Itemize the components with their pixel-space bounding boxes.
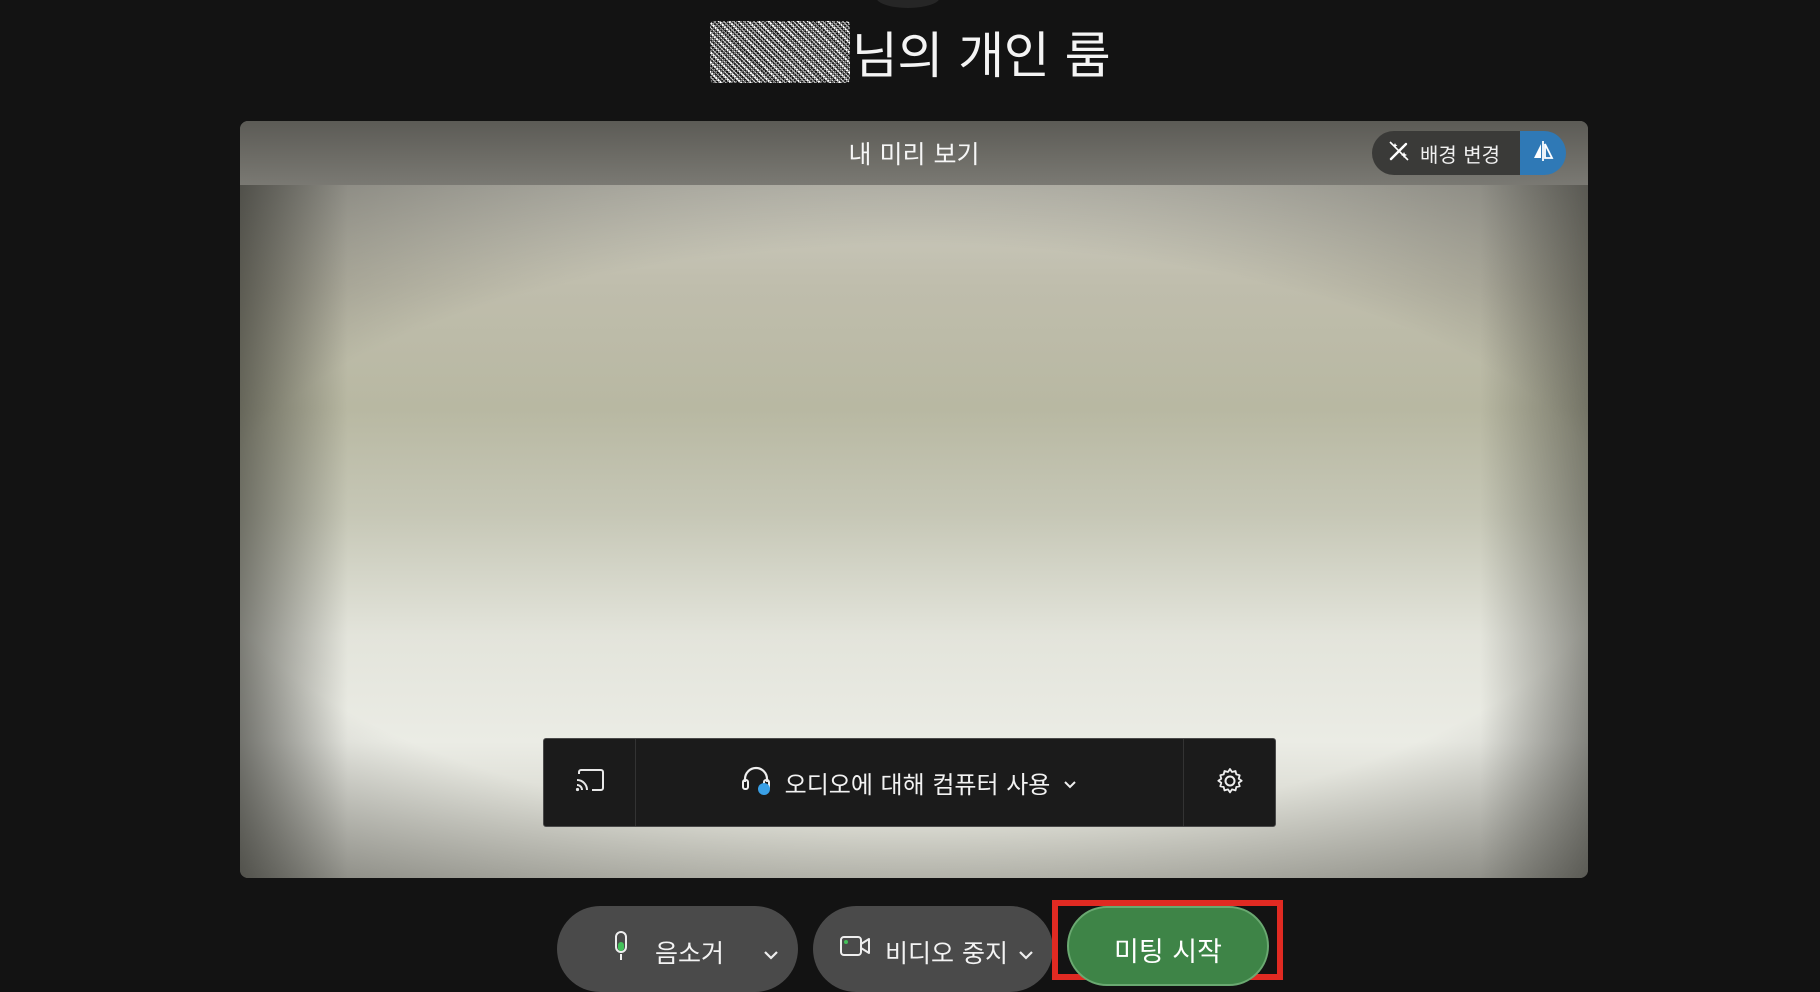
start-meeting-button[interactable]: 미팅 시작 — [1067, 906, 1269, 986]
change-background-label: 배경 변경 — [1420, 142, 1500, 167]
cast-button[interactable] — [544, 739, 636, 826]
audio-option-label: 오디오에 대해 컴퓨터 사용 — [784, 771, 1051, 799]
start-meeting-label: 미팅 시작 — [1114, 937, 1222, 968]
preview-header: 내 미리 보기 배경 변경 — [240, 121, 1588, 185]
video-camera-icon — [839, 934, 871, 964]
magic-wand-icon — [1388, 140, 1410, 167]
stop-video-label: 비디오 중지 — [885, 939, 1008, 968]
gear-icon — [1215, 766, 1245, 800]
mirror-flip-icon — [1531, 139, 1555, 167]
preview-label: 내 미리 보기 — [848, 140, 980, 169]
cast-screen-icon — [575, 768, 605, 798]
chevron-down-icon — [1062, 769, 1078, 797]
meeting-preview-window: 님의 개인 룸 내 미리 보기 배경 변경 오디오에 대해 컴퓨터 사용 음소거… — [0, 0, 1820, 992]
meeting-controls: 음소거 비디오 중지 — [0, 906, 1820, 992]
redacted-host-name — [709, 21, 850, 83]
stop-video-button[interactable]: 비디오 중지 — [813, 906, 1053, 992]
chevron-down-icon[interactable] — [1017, 938, 1035, 967]
headset-icon — [741, 765, 773, 801]
mute-label: 음소거 — [655, 939, 725, 968]
audio-option-selector[interactable]: 오디오에 대해 컴퓨터 사용 — [636, 739, 1183, 826]
room-title-text: 님의 개인 룸 — [851, 27, 1111, 85]
audio-settings-button[interactable] — [1183, 739, 1275, 826]
video-preview: 내 미리 보기 배경 변경 오디오에 대해 컴퓨터 사용 — [240, 121, 1588, 878]
background-controls: 배경 변경 — [1372, 131, 1566, 175]
audio-device-bar: 오디오에 대해 컴퓨터 사용 — [543, 738, 1276, 827]
chevron-down-icon[interactable] — [762, 938, 780, 967]
window-top-notch — [876, 0, 940, 8]
mirror-video-button[interactable] — [1520, 131, 1566, 175]
room-title: 님의 개인 룸 — [0, 14, 1820, 90]
microphone-icon — [613, 930, 629, 968]
change-background-button[interactable]: 배경 변경 — [1372, 131, 1520, 175]
mute-button[interactable]: 음소거 — [557, 906, 798, 992]
